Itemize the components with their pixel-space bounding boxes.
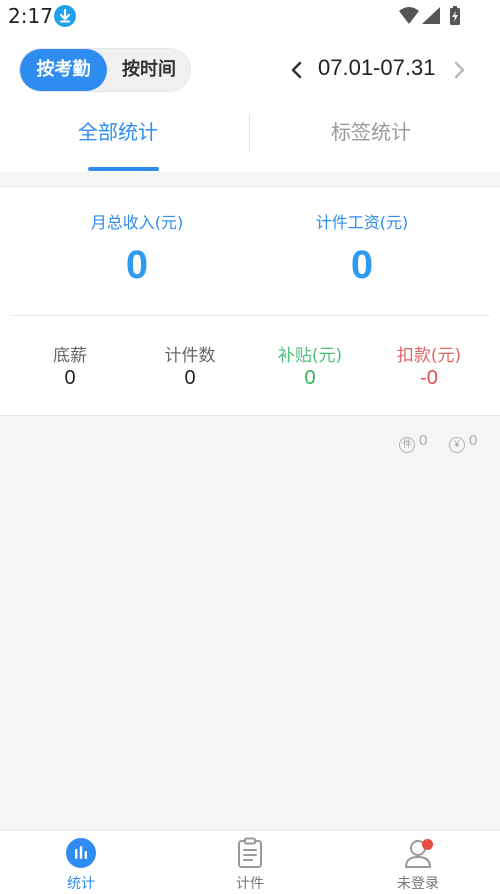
money-counter: ¥0 [449, 432, 478, 453]
chevron-left-icon[interactable] [286, 56, 308, 84]
nav-item-user[interactable]: 未登录 [358, 831, 478, 894]
active-tab-indicator [88, 167, 159, 171]
status-time: 2:17 [8, 4, 53, 28]
date-range[interactable]: 07.01-07.31 [318, 55, 435, 81]
bar-chart-icon [66, 838, 96, 868]
tab-all-statistics[interactable]: 全部统计 [78, 116, 158, 145]
nav-label-piecework: 计件 [236, 876, 264, 892]
piece-wage-label: 计件工资(元) [315, 213, 409, 232]
wifi-icon [399, 6, 460, 25]
status-bar: 2:17 [0, 0, 500, 34]
subsidy-label: 补贴(元) [277, 346, 343, 366]
nav-item-piecework[interactable]: 计件 [190, 831, 310, 894]
notification-dot [422, 839, 433, 850]
yuan-icon: ¥ [449, 437, 465, 453]
summary-card: 月总收入(元) 0 计件工资(元) 0 底薪 0 计件数 0 补贴(元) 0 扣… [0, 186, 500, 416]
by-attendance-button[interactable]: 按考勤 [20, 49, 107, 91]
pieces-counter-value: 0 [419, 432, 428, 449]
money-counter-value: 0 [469, 432, 478, 449]
download-icon [54, 5, 76, 27]
deduction-label: 扣款(元) [396, 346, 462, 366]
monthly-income-label: 月总收入(元) [90, 213, 184, 232]
piece-count-value: 0 [184, 367, 196, 389]
pieces-counter: 件0 [399, 432, 428, 453]
system-status-icons [398, 6, 468, 26]
pieces-icon: 件 [399, 437, 415, 453]
base-salary-value: 0 [64, 367, 76, 389]
clipboard-icon [238, 837, 262, 868]
card-divider [10, 315, 490, 316]
nav-item-statistics[interactable]: 统计 [21, 831, 141, 894]
piece-wage-value: 0 [350, 243, 374, 287]
by-time-button[interactable]: 按时间 [108, 49, 190, 91]
mode-toggle: 按考勤 按时间 [19, 48, 191, 92]
nav-label-user: 未登录 [397, 876, 439, 892]
tab-tag-statistics[interactable]: 标签统计 [331, 116, 411, 145]
piece-count-label: 计件数 [164, 346, 216, 366]
bottom-nav: 统计 计件 未登录 [0, 830, 500, 894]
tab-divider [249, 114, 250, 152]
subsidy-value: 0 [304, 367, 316, 389]
deduction-value: -0 [420, 367, 438, 389]
nav-label-statistics: 统计 [67, 876, 95, 892]
base-salary-label: 底薪 [53, 346, 87, 366]
monthly-income-value: 0 [125, 243, 149, 287]
chevron-right-icon[interactable] [448, 56, 470, 84]
